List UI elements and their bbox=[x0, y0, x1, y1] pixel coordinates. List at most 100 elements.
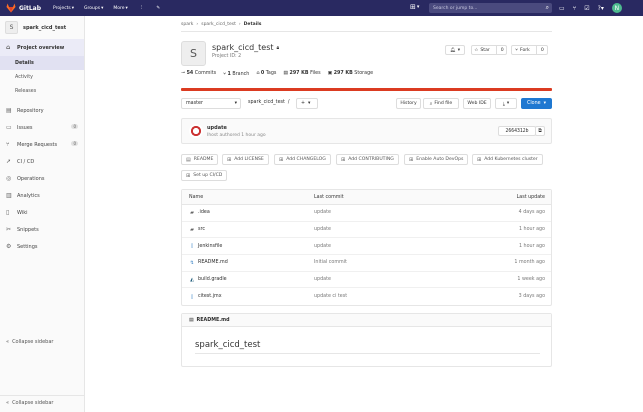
file-last-commit[interactable]: update ci test bbox=[314, 294, 464, 299]
top-navbar: GitLab Projects ▾ Groups ▾ More ▾ ⫶ ✎ ⊞ ▾ S… bbox=[0, 0, 643, 16]
gitlab-logo[interactable]: GitLab bbox=[6, 3, 41, 13]
chevron-down-icon: ▾ bbox=[543, 101, 547, 106]
storage-label: Storage bbox=[354, 71, 374, 76]
add-license-button[interactable]: ⊞ Add LICENSE bbox=[222, 154, 269, 165]
sidebar: S spark_cicd_test ⌂ Project overview Det… bbox=[0, 16, 85, 412]
collapse-sidebar-button[interactable]: «Collapse sidebar bbox=[0, 335, 85, 349]
sidebar-item-issues[interactable]: ▭ Issues 0 bbox=[0, 119, 84, 136]
add-changelog-button[interactable]: ⊞ Add CHANGELOG bbox=[274, 154, 331, 165]
merge-request-icon[interactable]: ⑂ bbox=[573, 5, 577, 12]
file-name[interactable]: .idea bbox=[198, 210, 210, 215]
file-last-commit[interactable]: update bbox=[314, 227, 464, 232]
enable-auto-devops-button[interactable]: ⊞ Enable Auto DevOps bbox=[404, 154, 469, 165]
file-name[interactable]: Jenkinsfile bbox=[198, 244, 222, 249]
file-last-commit[interactable]: Initial commit bbox=[314, 260, 464, 265]
issues-icon[interactable]: ▭ bbox=[559, 5, 565, 12]
search-input[interactable]: Search or jump to... ⌕ bbox=[429, 3, 552, 13]
table-row[interactable]: ▯ Jenkinsfile update 1 hour ago bbox=[182, 238, 551, 256]
clone-label: Clone bbox=[526, 101, 541, 106]
admin-wrench-icon[interactable]: ✎ bbox=[155, 5, 162, 12]
markdown-icon: ↯ bbox=[189, 259, 195, 266]
bell-icon: 🔔︎ bbox=[449, 47, 456, 53]
groups-menu[interactable]: Groups ▾ bbox=[84, 5, 103, 12]
user-avatar[interactable]: N bbox=[611, 3, 622, 13]
add-kubernetes-cluster-button[interactable]: ⊞ Add Kubernetes cluster bbox=[472, 154, 543, 165]
commit-title[interactable]: update bbox=[207, 125, 227, 131]
file-name[interactable]: src bbox=[198, 227, 205, 232]
set-up-ci-cd-button[interactable]: ⊞ Set up CI/CD bbox=[181, 170, 228, 181]
folder-icon: ▰ bbox=[190, 226, 194, 233]
collapse-sidebar-button-bottom[interactable]: «Collapse sidebar bbox=[0, 395, 85, 409]
find-file-label: Find file bbox=[434, 101, 453, 106]
copy-sha-button[interactable]: ⧉ bbox=[535, 126, 545, 136]
collapse-label: Collapse sidebar bbox=[12, 399, 54, 406]
readme-filename[interactable]: README.md bbox=[197, 318, 230, 323]
file-last-commit[interactable]: update bbox=[314, 277, 464, 282]
project-id: Project ID: 2 bbox=[212, 54, 242, 59]
sidebar-item-wiki[interactable]: ▯ Wiki bbox=[0, 204, 84, 221]
sidebar-item-project-overview[interactable]: ⌂ Project overview bbox=[0, 39, 84, 56]
commits-stat[interactable]: ⊸ 54 Commits bbox=[181, 71, 216, 77]
file-name[interactable]: citest.jmx bbox=[198, 294, 222, 299]
sidebar-subitem-details[interactable]: Details bbox=[0, 56, 84, 70]
download-dropdown[interactable]: ⤓ ▾ bbox=[495, 98, 517, 109]
sidebar-item-analytics[interactable]: ▥ Analytics bbox=[0, 187, 84, 204]
web-ide-button[interactable]: Web IDE bbox=[463, 98, 491, 109]
breadcrumb-group-link[interactable]: spark bbox=[181, 22, 193, 27]
help-icon[interactable]: ?▾ bbox=[598, 5, 604, 12]
issues-icon: ▭ bbox=[6, 124, 12, 131]
sidebar-project-header[interactable]: S spark_cicd_test bbox=[0, 16, 84, 39]
star-icon: ☆ bbox=[474, 47, 479, 53]
sidebar-item-repository[interactable]: ▤ Repository bbox=[0, 102, 84, 119]
add-file-dropdown[interactable]: + ▾ bbox=[296, 98, 318, 109]
history-button[interactable]: History bbox=[396, 98, 421, 109]
commit-icon: ⊸ bbox=[181, 71, 186, 76]
project-stats: ⊸ 54 Commits ⑂ 1 Branch ⌂ 0 Tags ▤ 297 K… bbox=[181, 71, 373, 77]
todos-icon[interactable]: ☑ bbox=[584, 5, 589, 12]
sidebar-item-settings[interactable]: ⚙ Settings bbox=[0, 238, 84, 255]
clone-button[interactable]: Clone ▾ bbox=[521, 98, 552, 109]
files-stat[interactable]: ▤ 297 KB Files bbox=[283, 71, 320, 77]
sidebar-item-label: Project overview bbox=[17, 44, 65, 51]
fork-button[interactable]: ⑂ Fork 0 bbox=[511, 45, 548, 55]
breadcrumb-project-link[interactable]: spark_cicd_test bbox=[201, 22, 236, 27]
sidebar-item-ci-cd[interactable]: ➚ CI / CD bbox=[0, 153, 84, 170]
sidebar-subitem-activity[interactable]: Activity bbox=[0, 70, 84, 84]
file-name[interactable]: build.gradle bbox=[198, 277, 227, 282]
projects-menu[interactable]: Projects ▾ bbox=[53, 5, 74, 12]
tags-stat[interactable]: ⌂ 0 Tags bbox=[256, 71, 276, 77]
more-menu[interactable]: More ▾ bbox=[113, 5, 127, 12]
branch-select[interactable]: master ▾ bbox=[181, 98, 241, 109]
commit-sha[interactable]: 2664312b bbox=[498, 126, 536, 136]
notification-bell-button[interactable]: 🔔︎ ▾ bbox=[445, 45, 465, 55]
find-file-button[interactable]: ⌕ Find file bbox=[423, 98, 459, 109]
repo-path-link[interactable]: spark_cicd_test bbox=[248, 100, 285, 105]
branches-stat[interactable]: ⑂ 1 Branch bbox=[223, 71, 249, 77]
table-row[interactable]: ▯ citest.jmx update ci test 3 days ago bbox=[182, 288, 551, 305]
storage-size: 297 KB bbox=[333, 71, 353, 76]
table-row[interactable]: ◭ build.gradle update 1 week ago bbox=[182, 272, 551, 289]
table-row[interactable]: ▰ .idea update 4 days ago bbox=[182, 205, 551, 222]
readme-button[interactable]: ▤ README bbox=[181, 154, 219, 165]
activity-chart-icon[interactable]: ⫶ bbox=[138, 5, 145, 12]
sidebar-subitem-releases[interactable]: Releases bbox=[0, 84, 84, 98]
commit-author-avatar[interactable] bbox=[189, 124, 203, 138]
file-last-commit[interactable]: update bbox=[314, 210, 464, 215]
gradle-icon: ◭ bbox=[190, 276, 194, 283]
web-ide-label: Web IDE bbox=[467, 101, 487, 106]
table-row[interactable]: ▰ src update 1 hour ago bbox=[182, 222, 551, 239]
files-icon: ▤ bbox=[283, 71, 288, 76]
table-row[interactable]: ↯ README.md Initial commit 1 month ago bbox=[182, 255, 551, 272]
new-item-plus-icon[interactable]: ⊞ bbox=[410, 3, 416, 11]
sidebar-item-snippets[interactable]: ✂ Snippets bbox=[0, 221, 84, 238]
chart-icon: ▥ bbox=[6, 192, 12, 199]
add-contributing-button[interactable]: ⊞ Add CONTRIBUTING bbox=[336, 154, 399, 165]
sidebar-item-operations[interactable]: ◎ Operations bbox=[0, 170, 84, 187]
double-chevron-left-icon: « bbox=[6, 339, 10, 345]
star-button[interactable]: ☆ Star 0 bbox=[471, 45, 507, 55]
book-icon: ▯ bbox=[6, 209, 10, 216]
file-last-commit[interactable]: update bbox=[314, 244, 464, 249]
operations-icon: ◎ bbox=[6, 175, 12, 182]
file-name[interactable]: README.md bbox=[198, 260, 228, 265]
sidebar-item-merge-requests[interactable]: ⑂ Merge Requests 0 bbox=[0, 136, 84, 153]
